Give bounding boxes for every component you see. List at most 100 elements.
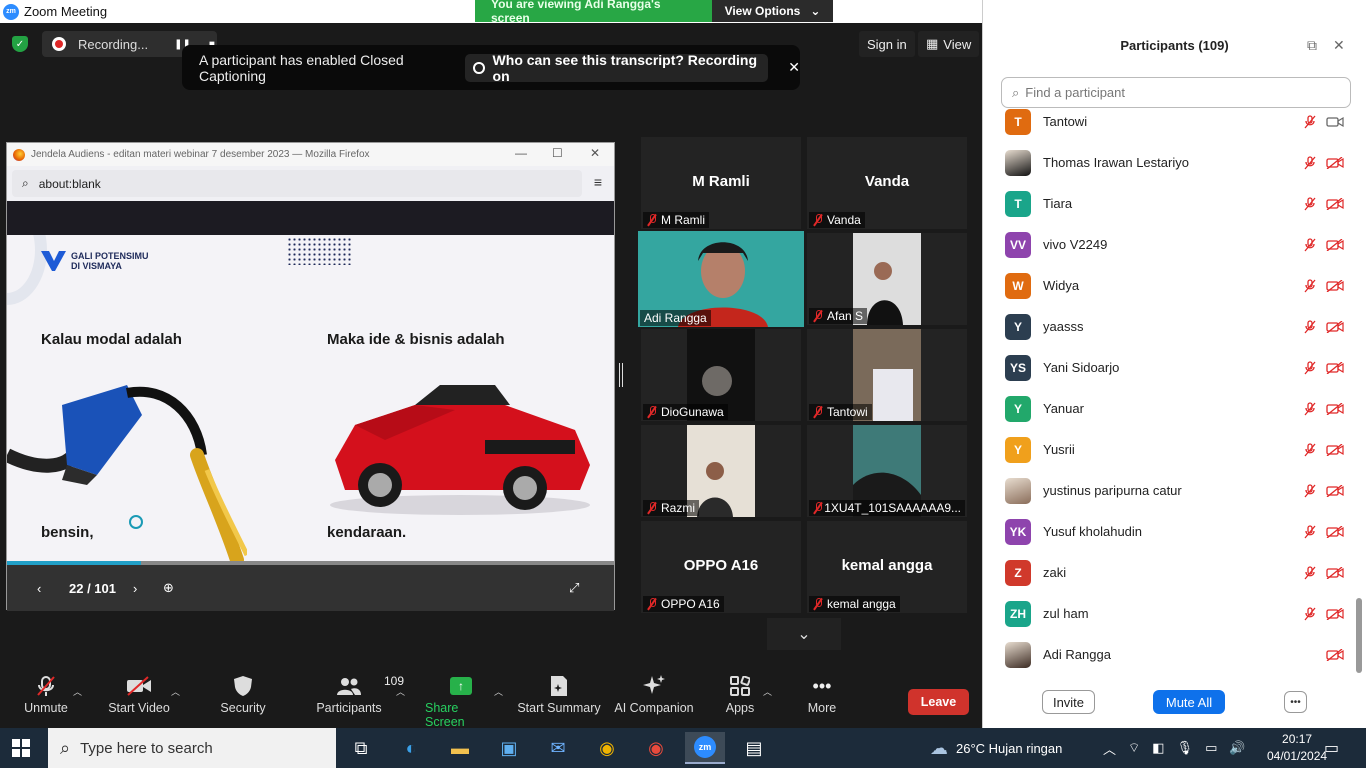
video-off-icon (1326, 320, 1344, 333)
caption-notice-text: A participant has enabled Closed Caption… (199, 51, 404, 84)
next-gallery-page-button[interactable]: ⌄ (767, 618, 841, 650)
mute-all-button[interactable]: Mute All (1153, 690, 1225, 714)
participant-row[interactable]: T Tiara (983, 183, 1353, 224)
video-tile[interactable]: Razmi (641, 425, 801, 517)
video-tile[interactable]: Afan S (807, 233, 967, 325)
device-icon[interactable]: ◧ (1152, 740, 1164, 756)
presentation-app-icon[interactable]: ▤ (734, 732, 774, 764)
close-notice-icon[interactable]: ✕ (788, 59, 800, 76)
participant-row[interactable]: T Tantowi (983, 101, 1353, 142)
video-tile[interactable]: OPPO A16 OPPO A16 (641, 521, 801, 613)
apps-button[interactable]: Apps (722, 671, 758, 715)
video-off-icon (1326, 566, 1344, 579)
participant-row[interactable]: Yyaasss (983, 306, 1353, 347)
participant-row[interactable]: Thomas Irawan Lestariyo (983, 142, 1353, 183)
panel-more-button[interactable]: ••• (1284, 691, 1307, 713)
hamburger-menu-icon: ≡ (593, 174, 602, 190)
security-label: Security (220, 701, 266, 715)
shield-icon[interactable]: ✓ (12, 36, 28, 52)
sign-in-button[interactable]: Sign in (859, 31, 915, 57)
tile-display-name: OPPO A16 (683, 557, 759, 574)
weather-widget[interactable]: ☁ 26°C Hujan ringan (930, 728, 1062, 768)
store-icon[interactable]: ▣ (489, 732, 529, 764)
clock-time: 20:17 (1282, 732, 1313, 746)
view-button[interactable]: ▦ View (918, 31, 980, 57)
video-options-caret-icon[interactable]: ︿ (171, 685, 180, 698)
red-car-image (330, 385, 590, 515)
battery-icon[interactable]: ▭ (1205, 740, 1217, 756)
participant-row[interactable]: yustinus paripurna catur (983, 470, 1353, 511)
video-tile[interactable]: Vanda Vanda (807, 137, 967, 229)
participant-row[interactable]: Y Yusrii (983, 429, 1353, 470)
video-tile[interactable]: M Ramli M Ramli (641, 137, 801, 229)
start-video-button[interactable]: Start Video (106, 671, 172, 715)
microphone-icon[interactable]: 🎙 (1177, 740, 1194, 756)
video-off-icon (1326, 484, 1344, 497)
split-divider-handle[interactable] (619, 363, 623, 387)
ai-companion-button[interactable]: AI Companion (613, 671, 695, 715)
video-tile[interactable]: 1XU4T_101SAAAAAA9... (807, 425, 967, 517)
share-screen-label: Share Screen (425, 701, 465, 729)
video-off-icon (126, 671, 152, 701)
start-summary-button[interactable]: Start Summary (517, 671, 601, 715)
video-tile[interactable]: DioGunawa (641, 329, 801, 421)
video-tile[interactable]: kemal angga kemal angga (807, 521, 967, 613)
list-scrollbar[interactable] (1356, 598, 1362, 673)
tile-label: Afan S (809, 308, 868, 324)
apps-caret-icon[interactable]: ︿ (763, 685, 772, 698)
invite-button[interactable]: Invite (1042, 690, 1095, 714)
mic-muted-icon (1304, 237, 1316, 251)
chrome-profile-icon[interactable]: ◉ (636, 732, 676, 764)
wifi-icon[interactable]: ⌔ (1128, 740, 1140, 756)
close-panel-icon[interactable]: ✕ (1333, 37, 1345, 54)
participants-caret-icon[interactable]: ︿ (396, 685, 405, 698)
participant-row[interactable]: Zzaki (983, 552, 1353, 593)
participants-button[interactable]: 109 Participants (315, 671, 404, 715)
clock[interactable]: 20:17 04/01/2024 (1267, 731, 1327, 765)
unmute-button[interactable]: Unmute (22, 671, 70, 715)
participant-row[interactable]: Y Yanuar (983, 388, 1353, 429)
video-tile[interactable]: Tantowi (807, 329, 967, 421)
mic-muted-icon (1304, 319, 1316, 333)
file-explorer-icon[interactable]: ▬ (440, 732, 480, 764)
share-caret-icon[interactable]: ︿ (494, 685, 503, 698)
zoom-taskbar-icon[interactable]: zm (685, 732, 725, 764)
participant-name: Yusrii (1043, 442, 1075, 457)
task-view-icon[interactable]: ⧉ (341, 732, 381, 764)
share-screen-button[interactable]: ↑ Share Screen (425, 671, 497, 729)
chrome-icon[interactable]: ◉ (587, 732, 627, 764)
tile-name: 1XU4T_101SAAAAAA9... (824, 501, 961, 515)
chevron-up-icon[interactable]: ︿ (1103, 739, 1116, 758)
leave-button[interactable]: Leave (908, 689, 969, 715)
video-off-icon (1326, 402, 1344, 415)
audio-options-caret-icon[interactable]: ︿ (73, 685, 82, 698)
taskbar-search-input[interactable]: ⌕ Type here to search (48, 728, 336, 768)
avatar: YS (1005, 354, 1031, 381)
mic-off-icon (35, 671, 57, 701)
transcript-info-link[interactable]: Who can see this transcript? Recording o… (465, 52, 769, 84)
more-button[interactable]: ••• More (805, 671, 839, 716)
video-tile-active-speaker[interactable]: Adi Rangga (638, 231, 804, 327)
windows-start-icon[interactable] (12, 739, 30, 757)
viewing-banner: You are viewing Adi Rangga's screen View… (475, 0, 833, 25)
video-off-icon (1326, 607, 1344, 620)
participant-row[interactable]: ZH zul ham (983, 593, 1353, 634)
pop-out-icon[interactable]: ⧉ (1307, 37, 1317, 54)
view-options-label: View Options (724, 4, 801, 18)
video-off-icon (1326, 525, 1344, 538)
volume-icon[interactable]: 🔊 (1229, 740, 1245, 756)
mic-muted-icon (647, 502, 657, 514)
participant-row[interactable]: Adi Rangga (983, 634, 1353, 675)
edge-icon[interactable]: ◐ (391, 732, 431, 764)
participant-name: vivo V2249 (1043, 237, 1108, 252)
participant-row[interactable]: YK Yusuf kholahudin (983, 511, 1353, 552)
participant-row[interactable]: VV vivo V2249 (983, 224, 1353, 265)
avatar: W (1005, 272, 1031, 299)
participant-row[interactable]: W Widya (983, 265, 1353, 306)
mail-icon[interactable]: ✉ (538, 732, 578, 764)
grid-icon: ▦ (926, 36, 939, 51)
participant-row[interactable]: YS Yani Sidoarjo (983, 347, 1353, 388)
view-options-button[interactable]: View Options ⌄ (712, 0, 833, 22)
notifications-icon[interactable]: ▭ (1324, 728, 1339, 768)
security-button[interactable]: Security (218, 671, 268, 715)
